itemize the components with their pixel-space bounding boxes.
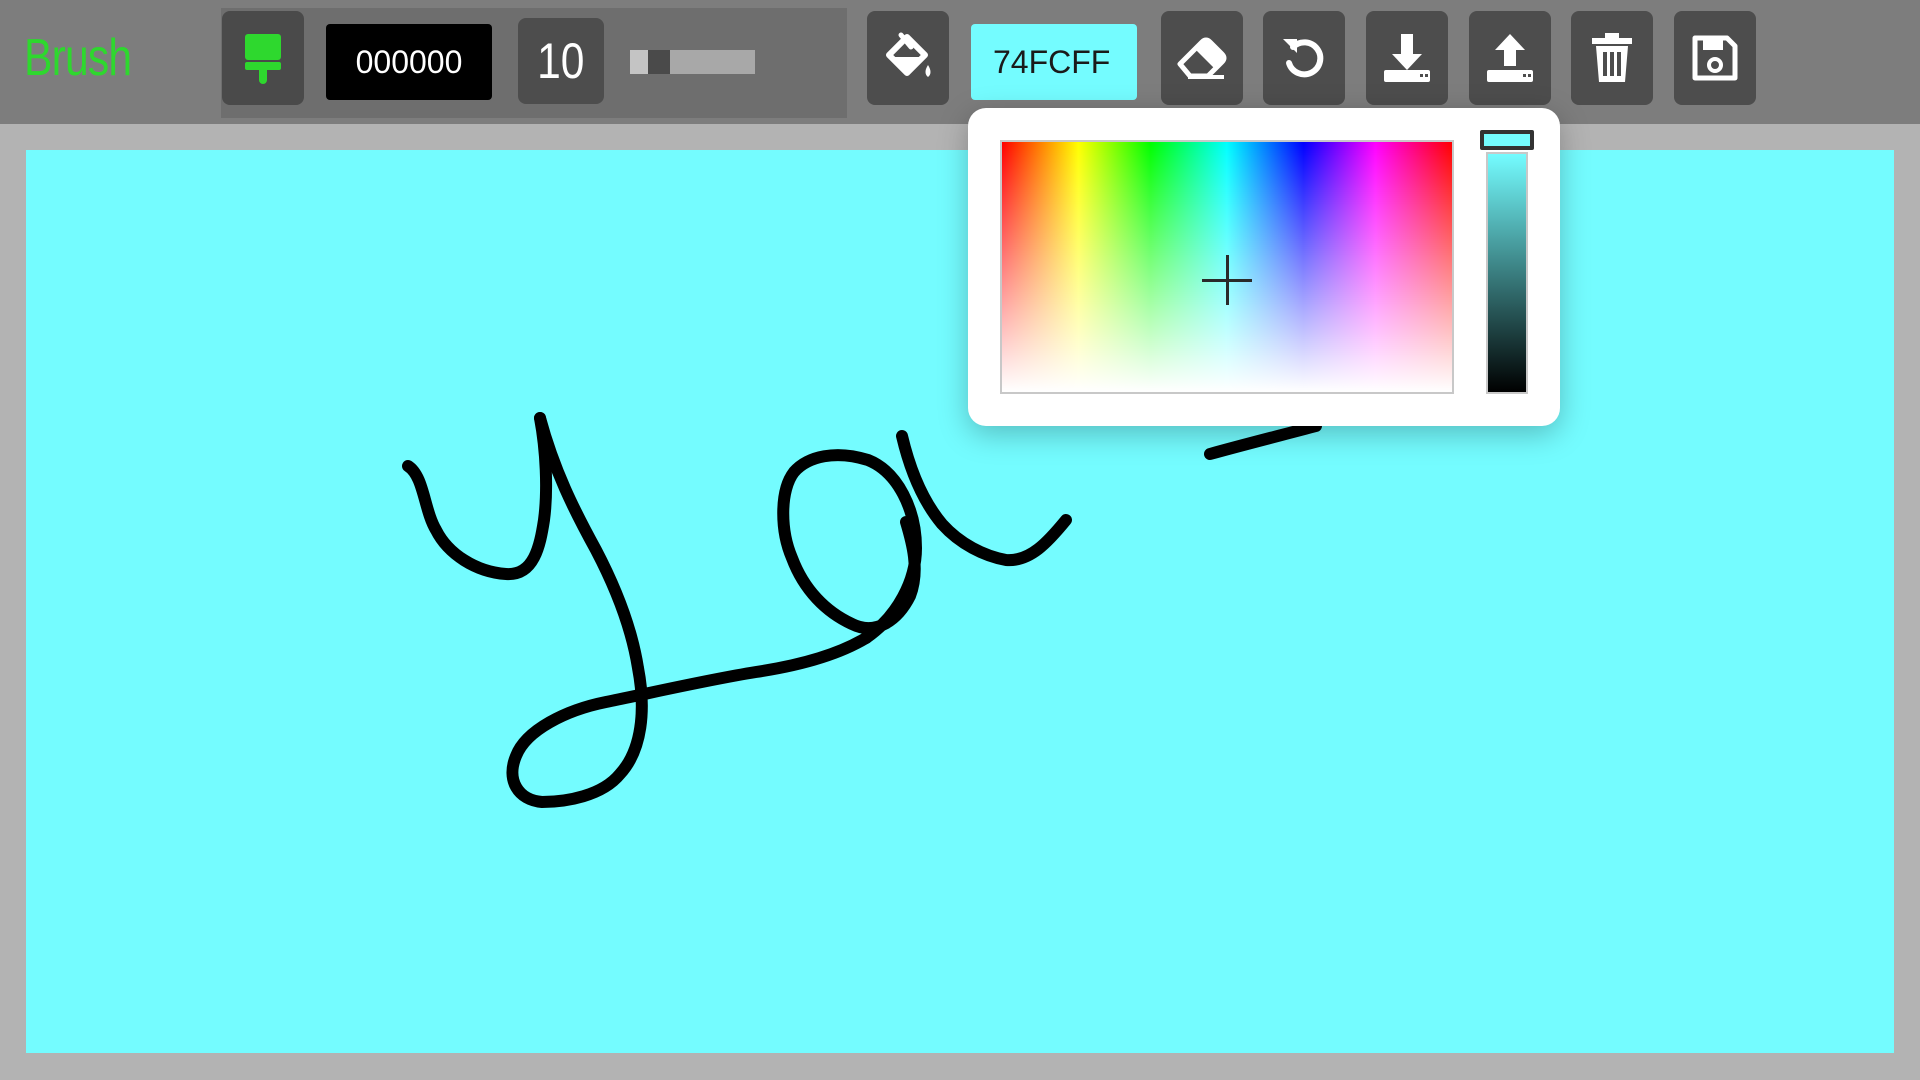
eraser-button[interactable] [1161,11,1243,105]
brush-size-slider[interactable] [630,50,755,74]
color-spectrum[interactable] [1000,140,1454,394]
undo-button[interactable] [1263,11,1345,105]
download-icon [1382,32,1432,84]
download-button[interactable] [1366,11,1448,105]
paint-bucket-icon [881,31,935,85]
brush-color-input[interactable] [326,24,492,100]
canvas-background [26,150,1894,1053]
clear-canvas-button[interactable] [1571,11,1653,105]
color-crosshair[interactable] [1202,254,1252,305]
trash-icon [1590,32,1634,84]
toolbar: Brush 10 [0,0,1920,124]
slider-track-filled [630,50,648,74]
drawing-canvas[interactable] [26,150,1894,1053]
eraser-icon [1176,36,1228,80]
upload-icon [1485,32,1535,84]
color-picker-popup [968,108,1560,426]
slider-thumb[interactable] [648,50,670,74]
paint-brush-icon [243,32,283,84]
brush-size-display[interactable]: 10 [518,18,604,104]
undo-icon [1279,33,1329,83]
brush-size-value: 10 [537,33,585,89]
fill-tool-button[interactable] [867,11,949,105]
floppy-disk-icon [1692,35,1738,81]
upload-button[interactable] [1469,11,1551,105]
brightness-slider[interactable] [1486,152,1528,394]
drawing-surface [26,150,1894,1053]
brightness-slider-handle[interactable] [1480,130,1534,150]
fill-color-input[interactable] [971,24,1137,100]
app-title: Brush [24,29,132,87]
save-button[interactable] [1674,11,1756,105]
brush-tool-button[interactable] [222,11,304,105]
